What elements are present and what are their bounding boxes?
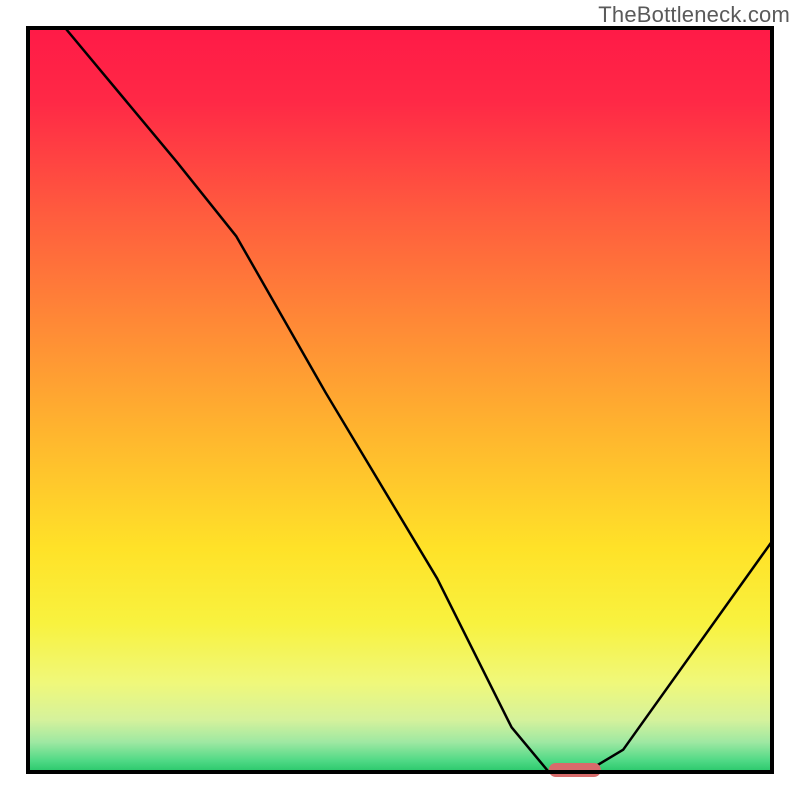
chart-svg: [0, 0, 800, 800]
watermark-label: TheBottleneck.com: [598, 2, 790, 28]
bottleneck-chart: TheBottleneck.com: [0, 0, 800, 800]
